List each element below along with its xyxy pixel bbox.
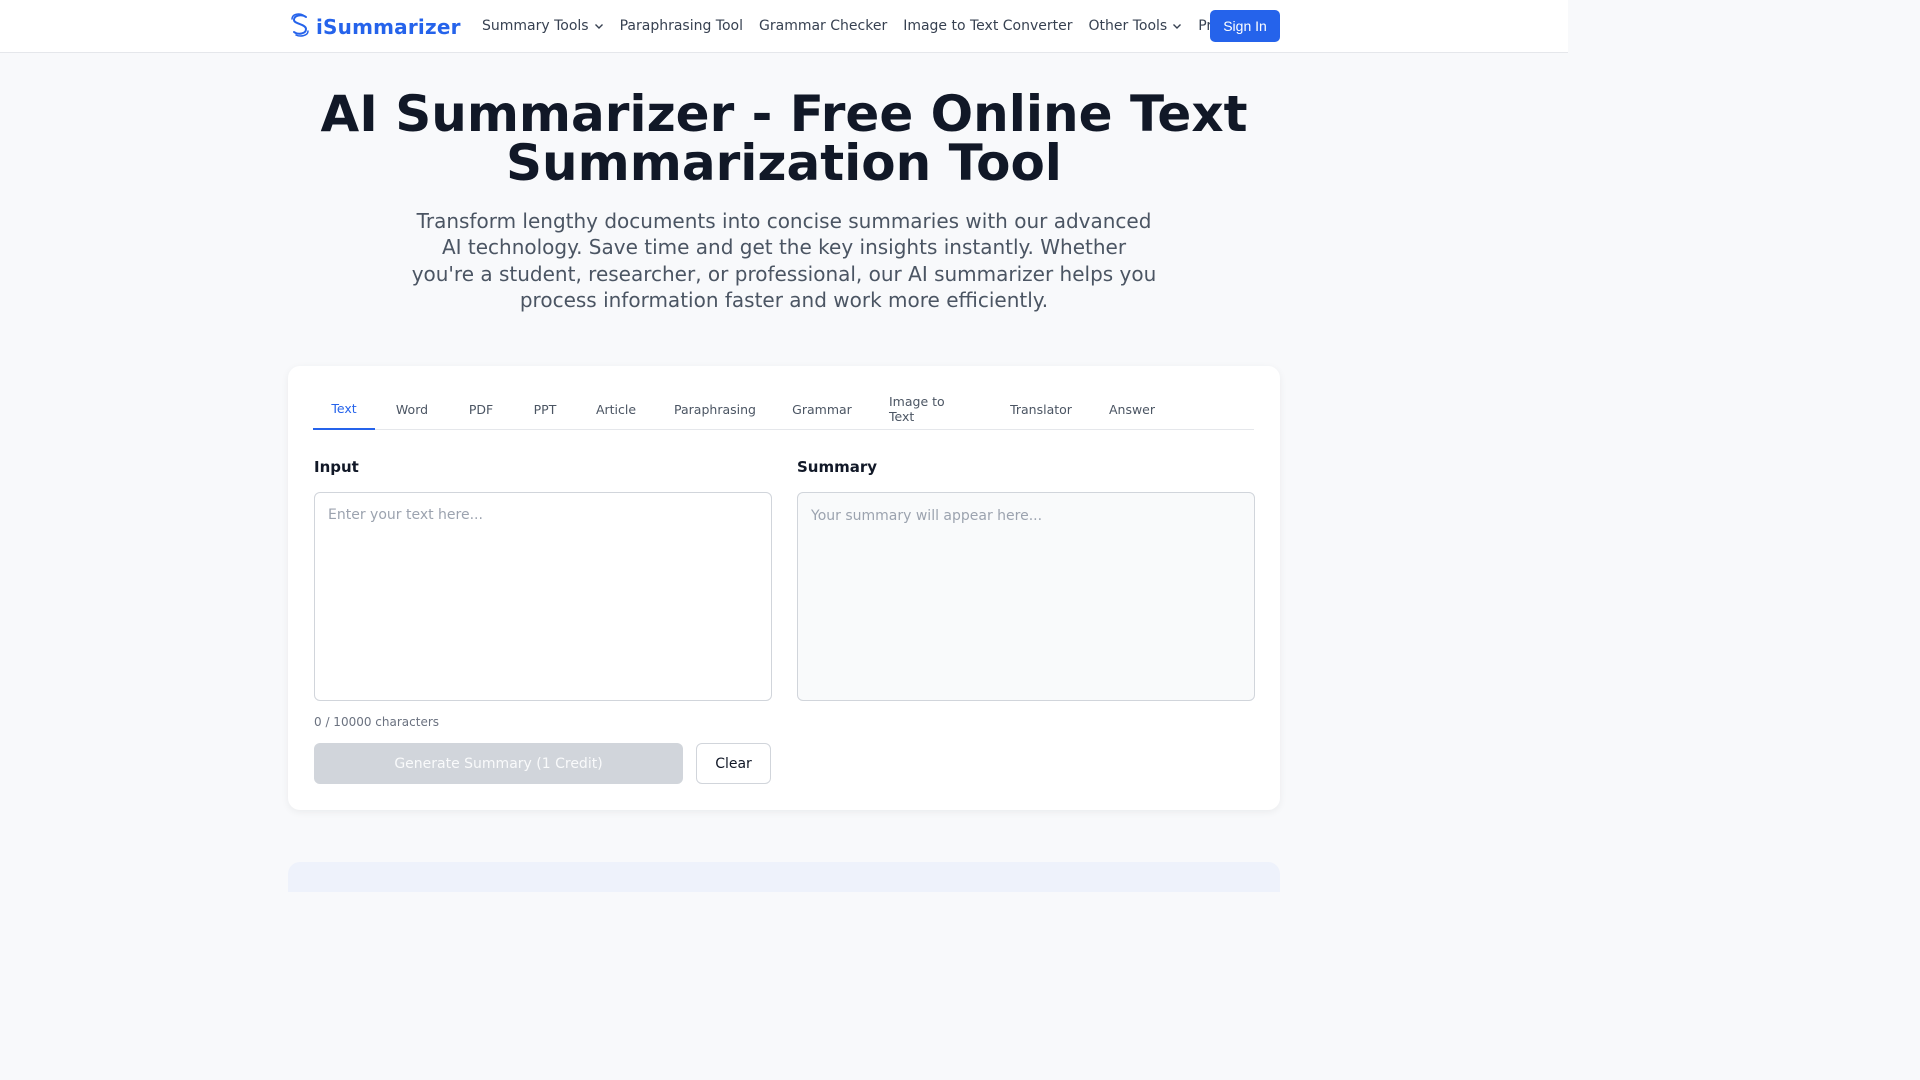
tab-image-to-text[interactable]: Image to Text (889, 388, 971, 430)
summarizer-card: Text Word PDF PPT Article Paraphrasing G… (288, 366, 1280, 810)
s-swirl-logo-icon (290, 13, 310, 41)
input-label: Input (314, 458, 359, 476)
tab-pdf[interactable]: PDF (461, 388, 501, 430)
top-navbar: iSummarizer Summary Tools Paraphrasing T… (0, 0, 1568, 53)
nav-other-tools[interactable]: Other Tools (1089, 18, 1183, 34)
chevron-down-icon (594, 24, 603, 29)
main-nav: Summary Tools Paraphrasing Tool Grammar … (482, 0, 1261, 52)
tab-paraphrasing[interactable]: Paraphrasing (673, 388, 757, 430)
nav-image-to-text[interactable]: Image to Text Converter (903, 18, 1072, 34)
nav-label: Paraphrasing Tool (619, 18, 744, 34)
nav-paraphrasing-tool[interactable]: Paraphrasing Tool (620, 18, 743, 34)
tab-answer[interactable]: Answer (1107, 388, 1157, 430)
sign-in-button[interactable]: Sign In (1210, 10, 1280, 42)
logo[interactable]: iSummarizer (290, 13, 461, 41)
nav-label: Grammar Checker (759, 18, 888, 34)
tab-word[interactable]: Word (389, 388, 435, 430)
page-title: AI Summarizer - Free Online Text Summari… (284, 89, 1284, 188)
summary-output: Your summary will appear here... (797, 492, 1255, 701)
nav-label: Other Tools (1088, 18, 1168, 34)
nav-label: Summary Tools (482, 18, 589, 34)
tab-translator[interactable]: Translator (1007, 388, 1075, 430)
tab-ppt[interactable]: PPT (525, 388, 565, 430)
summary-label: Summary (797, 458, 878, 476)
nav-grammar-checker[interactable]: Grammar Checker (759, 18, 887, 34)
tool-tabs: Text Word PDF PPT Article Paraphrasing G… (313, 388, 1254, 430)
input-textarea[interactable] (314, 492, 772, 701)
nav-summary-tools[interactable]: Summary Tools (482, 18, 604, 34)
logo-text: iSummarizer (316, 15, 461, 39)
generate-summary-button[interactable]: Generate Summary (1 Credit) (314, 743, 683, 784)
next-section-edge (288, 862, 1280, 892)
page-subtitle: Transform lengthy documents into concise… (411, 209, 1157, 312)
character-count: 0 / 10000 characters (314, 715, 440, 729)
tab-grammar[interactable]: Grammar (791, 388, 853, 430)
tab-article[interactable]: Article (593, 388, 639, 430)
title-line-2: Summarization Tool (506, 134, 1062, 192)
chevron-down-icon (1173, 24, 1182, 29)
nav-label: Image to Text Converter (903, 18, 1073, 34)
tab-text[interactable]: Text (313, 388, 375, 430)
clear-button[interactable]: Clear (696, 743, 771, 784)
